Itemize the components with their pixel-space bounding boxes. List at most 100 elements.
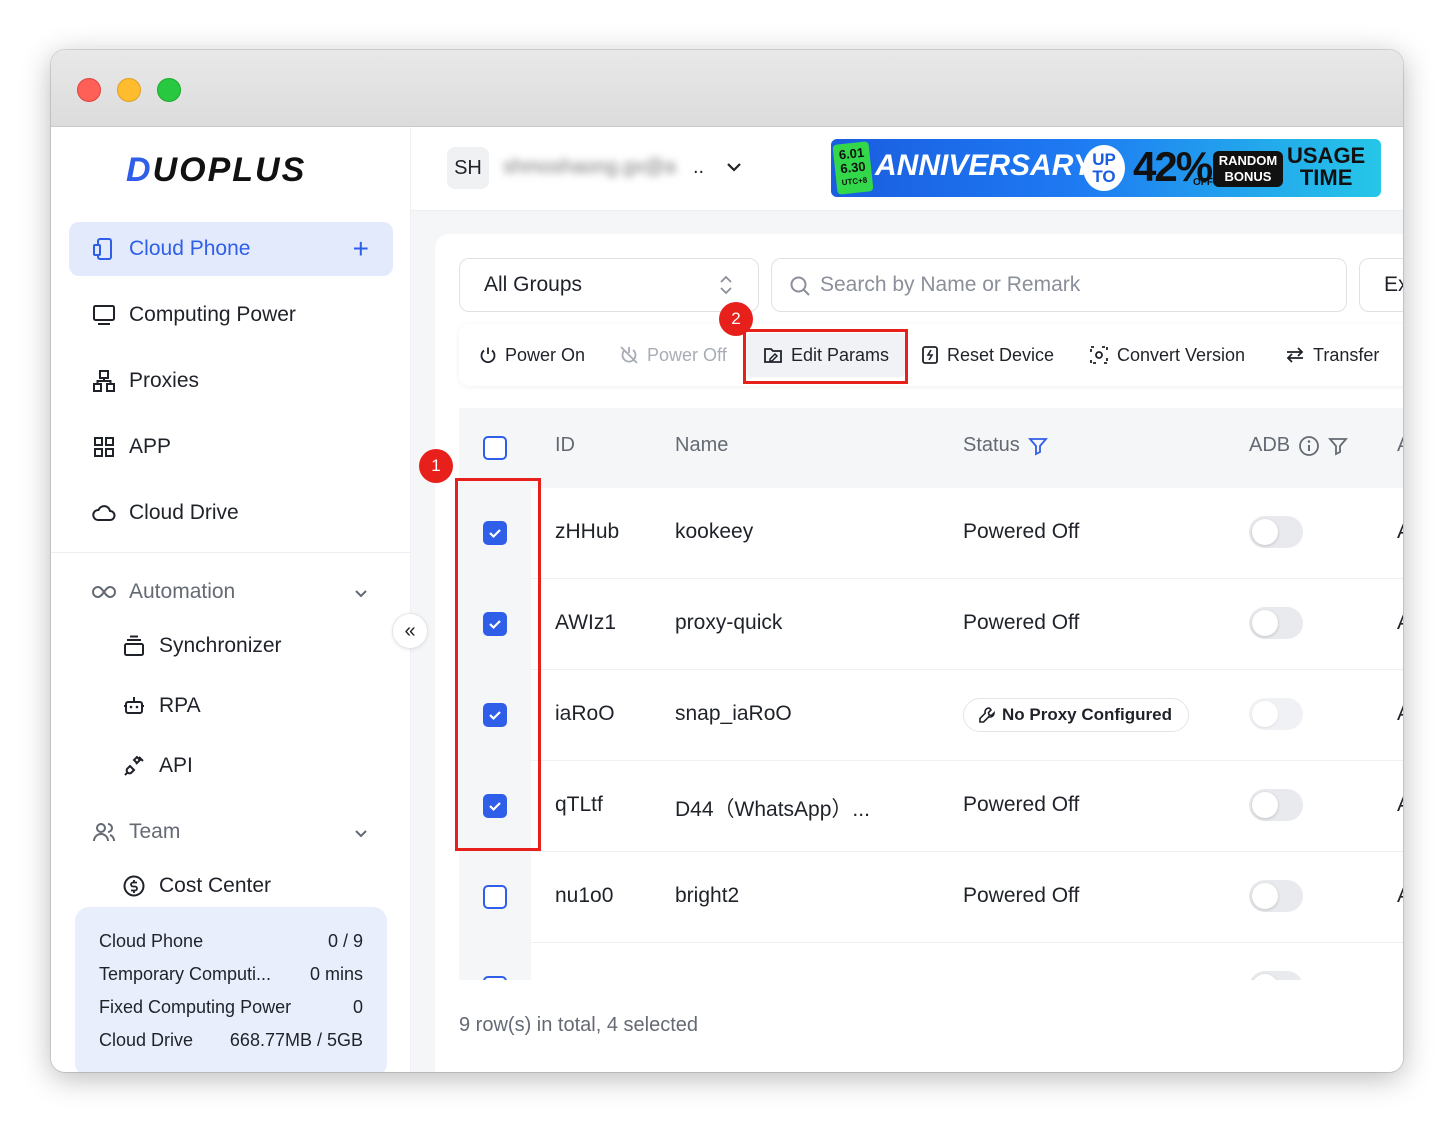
row-checkbox[interactable] — [483, 885, 507, 909]
cell-status: Powered Off — [963, 884, 1080, 907]
group-select-value: All Groups — [484, 273, 583, 296]
sidebar-section-label: Team — [129, 820, 181, 843]
cell-status: Powered Off — [963, 793, 1080, 816]
usage-label: Temporary Computi... — [99, 964, 272, 984]
sidebar-item-computing-power[interactable]: Computing Power — [69, 288, 393, 342]
column-header-id: ID — [555, 434, 575, 456]
sidebar-item-label: Synchronizer — [159, 634, 282, 657]
usage-label: Fixed Computing Power — [99, 997, 292, 1017]
add-cloud-phone-icon[interactable]: + — [353, 233, 369, 265]
reset-device-button[interactable]: Reset Device — [921, 324, 1054, 386]
annotation-box-row-checkboxes — [455, 478, 541, 851]
dollar-circle-icon — [121, 873, 147, 899]
column-header-status-label: Status — [963, 434, 1020, 456]
adb-toggle[interactable] — [1249, 698, 1303, 730]
sidebar-item-cloud-phone[interactable]: Cloud Phone + — [69, 222, 393, 276]
select-all-checkbox[interactable] — [483, 436, 507, 460]
cell-id: nu1o0 — [555, 884, 614, 907]
sidebar-item-label: Computing Power — [129, 303, 296, 326]
group-select[interactable]: All Groups — [459, 258, 759, 312]
sidebar-item-synchronizer[interactable]: Synchronizer — [69, 619, 393, 673]
adb-toggle[interactable] — [1249, 971, 1303, 980]
avatar[interactable]: SH — [447, 147, 489, 189]
plug-icon — [121, 753, 147, 779]
account-ellipsis: .. — [693, 156, 705, 178]
brand-logo[interactable]: DUOPLUS — [126, 151, 306, 190]
promo-upto-badge: UP TO — [1083, 145, 1125, 191]
power-off-button[interactable]: Power Off — [619, 324, 727, 386]
transfer-icon — [1285, 346, 1305, 364]
device-list-card: All Groups Search by Name or Remark Ex P… — [435, 234, 1403, 1072]
usage-row: Cloud Phone 0 / 9 — [99, 925, 363, 958]
cell-id: zHHub — [555, 520, 620, 543]
row-checkbox[interactable] — [483, 976, 507, 980]
status-badge[interactable]: No Proxy Configured — [963, 698, 1190, 732]
minimize-window-button[interactable] — [117, 78, 141, 102]
cell-name: proxy-quick — [675, 611, 783, 634]
app-window: DUOPLUS Cloud Phone + Computing Power Pr… — [51, 50, 1403, 1072]
promo-off: OFF — [1193, 177, 1213, 188]
toggle-knob — [1252, 974, 1278, 980]
anniversary-promo-banner[interactable]: 6.01 6.30 UTC+8 ANNIVERSARY UP TO 42% OF… — [831, 139, 1381, 197]
sidebar-item-label: Cloud Drive — [129, 501, 239, 524]
account-email[interactable]: shmoshaong.gx@a — [503, 156, 676, 179]
devices-table: ID Name Status ADB A z — [459, 408, 1403, 980]
brand-logo-text: UOPLUS — [152, 151, 307, 189]
adb-toggle[interactable] — [1249, 516, 1303, 548]
double-chevron-left-icon: « — [404, 619, 416, 642]
sidebar-item-rpa[interactable]: RPA — [69, 679, 393, 733]
promo-random: RANDOM — [1218, 153, 1278, 168]
adb-toggle[interactable] — [1249, 607, 1303, 639]
zoom-window-button[interactable] — [157, 78, 181, 102]
annotation-box-edit-params — [743, 329, 908, 384]
search-input[interactable]: Search by Name or Remark — [771, 258, 1347, 312]
cell-next: A — [1397, 793, 1403, 817]
table-row[interactable]: AWIz1 proxy-quick Powered Off A — [459, 579, 1403, 670]
promo-to: TO — [1092, 167, 1116, 186]
table-row-partial[interactable] — [459, 943, 1403, 980]
sidebar-section-team[interactable]: Team — [69, 805, 393, 859]
sidebar-item-label: RPA — [159, 694, 201, 717]
sidebar-section-automation[interactable]: Automation — [69, 565, 393, 619]
column-header-status: Status — [963, 434, 1048, 457]
adb-toggle[interactable] — [1249, 880, 1303, 912]
robot-icon — [121, 693, 147, 719]
convert-icon — [1089, 345, 1109, 365]
sidebar-item-api[interactable]: API — [69, 739, 393, 793]
row-gutter — [459, 943, 531, 980]
sidebar-item-cost-center[interactable]: Cost Center — [69, 859, 393, 913]
table-row[interactable]: iaRoO snap_iaRoO No Proxy Configured A — [459, 670, 1403, 761]
collapse-sidebar-button[interactable]: « — [392, 613, 428, 649]
table-row[interactable]: qTLtf D44（WhatsApp）... Powered Off A — [459, 761, 1403, 852]
convert-version-button[interactable]: Convert Version — [1089, 324, 1245, 386]
power-on-button[interactable]: Power On — [479, 324, 585, 386]
filter-icon[interactable] — [1027, 436, 1048, 456]
usage-value: 0 / 9 — [327, 931, 363, 951]
sidebar-item-app[interactable]: APP — [69, 420, 393, 474]
cell-next: A — [1397, 520, 1403, 544]
infinity-icon — [91, 579, 117, 605]
close-window-button[interactable] — [77, 78, 101, 102]
filter-icon[interactable] — [1328, 436, 1349, 456]
chevron-down-icon[interactable] — [725, 159, 743, 180]
transfer-button[interactable]: Transfer — [1285, 324, 1379, 386]
power-off-label: Power Off — [647, 344, 727, 365]
sidebar-item-proxies[interactable]: Proxies — [69, 354, 393, 408]
promo-usage-time: USAGE TIME — [1287, 145, 1365, 189]
usage-value: 0 mins — [309, 964, 363, 984]
table-row[interactable]: nu1o0 bright2 Powered Off A — [459, 852, 1403, 943]
search-icon — [788, 274, 812, 304]
window-titlebar — [51, 50, 1403, 127]
adb-toggle[interactable] — [1249, 789, 1303, 821]
table-row[interactable]: zHHub kookeey Powered Off A — [459, 488, 1403, 579]
column-header-next: A — [1397, 434, 1403, 457]
sidebar-item-cloud-drive[interactable]: Cloud Drive — [69, 486, 393, 540]
convert-version-label: Convert Version — [1117, 344, 1246, 365]
extra-filter-button[interactable]: Ex — [1359, 258, 1403, 312]
promo-bonus: BONUS — [1224, 169, 1272, 184]
cell-name: kookeey — [675, 520, 754, 543]
info-icon[interactable] — [1298, 435, 1320, 457]
cell-next: A — [1397, 611, 1403, 635]
sidebar-section-label: Automation — [129, 580, 236, 603]
power-off-icon — [619, 345, 639, 365]
